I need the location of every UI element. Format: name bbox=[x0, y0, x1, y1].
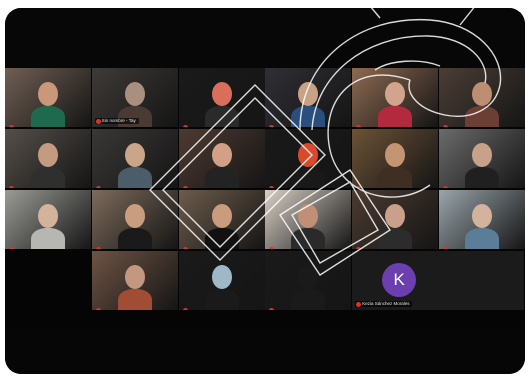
participant-body bbox=[378, 106, 413, 127]
participant-face bbox=[124, 143, 145, 167]
participant-face bbox=[124, 265, 145, 289]
mic-muted-icon bbox=[95, 247, 101, 249]
participant-body bbox=[378, 228, 413, 249]
participant-body bbox=[465, 106, 499, 127]
participant-body bbox=[291, 106, 326, 127]
participant-tile[interactable] bbox=[5, 129, 91, 188]
participant-name-text: Kezia Sánchez Morales bbox=[362, 301, 410, 306]
participant-tile[interactable] bbox=[439, 190, 525, 249]
participant-name-text: Sin nombre - Tay bbox=[101, 118, 136, 123]
participant-tile[interactable] bbox=[265, 251, 352, 310]
mic-muted-icon bbox=[9, 125, 14, 127]
participant-body bbox=[291, 228, 326, 249]
mic-muted-icon bbox=[269, 186, 275, 188]
participant-body bbox=[204, 228, 239, 249]
participant-face bbox=[211, 204, 232, 228]
mic-muted-icon bbox=[182, 186, 188, 188]
participant-face bbox=[38, 82, 58, 106]
mic-muted-icon bbox=[95, 119, 101, 124]
participant-body bbox=[291, 289, 326, 310]
participant-body bbox=[291, 167, 326, 188]
participant-face bbox=[211, 143, 232, 167]
participant-tile[interactable]: Sin nombre - Tay bbox=[91, 68, 178, 127]
participant-body bbox=[465, 167, 499, 188]
participant-tile[interactable] bbox=[178, 190, 265, 249]
participant-face bbox=[124, 204, 145, 228]
meeting-window: ▣ ◫ ▲ ⊞ Sin nombre - TayKKezia Sánchez M… bbox=[5, 8, 525, 374]
participant-face bbox=[38, 204, 58, 228]
mic-muted-icon bbox=[182, 247, 188, 249]
mic-muted-icon bbox=[443, 125, 448, 127]
participant-tile[interactable] bbox=[352, 129, 439, 188]
participant-tile[interactable] bbox=[265, 129, 352, 188]
mic-muted-icon bbox=[9, 247, 14, 249]
participant-tile[interactable] bbox=[91, 190, 178, 249]
participant-tile[interactable] bbox=[178, 129, 265, 188]
mic-muted-icon bbox=[269, 308, 275, 310]
participant-body bbox=[31, 106, 65, 127]
mic-muted-icon bbox=[356, 247, 362, 249]
participant-tile[interactable] bbox=[439, 129, 525, 188]
mic-muted-icon bbox=[95, 186, 101, 188]
mic-muted-icon bbox=[95, 308, 101, 310]
participant-body bbox=[204, 289, 239, 310]
participant-body bbox=[117, 228, 152, 249]
participant-tile[interactable] bbox=[178, 251, 265, 310]
participant-grid: Sin nombre - Tay K Kezia Sánchez Morales bbox=[5, 68, 525, 326]
participant-tile[interactable] bbox=[5, 68, 91, 127]
mic-muted-icon bbox=[356, 125, 362, 127]
participant-body bbox=[465, 228, 499, 249]
participant-face bbox=[472, 204, 492, 228]
participant-tile[interactable] bbox=[265, 190, 352, 249]
mic-muted-icon bbox=[356, 302, 362, 307]
mic-muted-icon bbox=[443, 186, 448, 188]
top-band bbox=[5, 8, 525, 68]
participant-tile[interactable] bbox=[5, 190, 91, 249]
participant-name-label: Sin nombre - Tay bbox=[94, 118, 139, 124]
participant-body bbox=[31, 167, 65, 188]
participant-tile[interactable] bbox=[91, 129, 178, 188]
participant-body bbox=[117, 289, 152, 310]
participant-tile-avatar[interactable]: K Kezia Sánchez Morales bbox=[352, 251, 525, 310]
participant-body bbox=[378, 167, 413, 188]
participant-name-label: Kezia Sánchez Morales bbox=[355, 301, 413, 307]
mic-muted-icon bbox=[9, 186, 14, 188]
mic-muted-icon bbox=[182, 125, 188, 127]
participant-tile[interactable] bbox=[352, 68, 439, 127]
mic-muted-icon bbox=[269, 125, 275, 127]
participant-tile[interactable] bbox=[265, 68, 352, 127]
participant-tile[interactable] bbox=[91, 251, 178, 310]
participant-body bbox=[204, 167, 239, 188]
participant-tile[interactable] bbox=[439, 68, 525, 127]
mic-muted-icon bbox=[182, 308, 188, 310]
avatar: K bbox=[382, 263, 417, 297]
participant-face bbox=[38, 143, 58, 167]
participant-face bbox=[211, 265, 232, 289]
participant-face bbox=[211, 82, 232, 106]
mic-muted-icon bbox=[443, 247, 448, 249]
participant-face bbox=[472, 143, 492, 167]
participant-tile[interactable] bbox=[352, 190, 439, 249]
participant-body bbox=[204, 106, 239, 127]
mic-muted-icon bbox=[269, 247, 275, 249]
participant-face bbox=[472, 82, 492, 106]
participant-face bbox=[124, 82, 145, 106]
participant-tile[interactable] bbox=[178, 68, 265, 127]
participant-body bbox=[117, 167, 152, 188]
bottom-band bbox=[5, 326, 525, 374]
mic-muted-icon bbox=[356, 186, 362, 188]
participant-body bbox=[31, 228, 65, 249]
